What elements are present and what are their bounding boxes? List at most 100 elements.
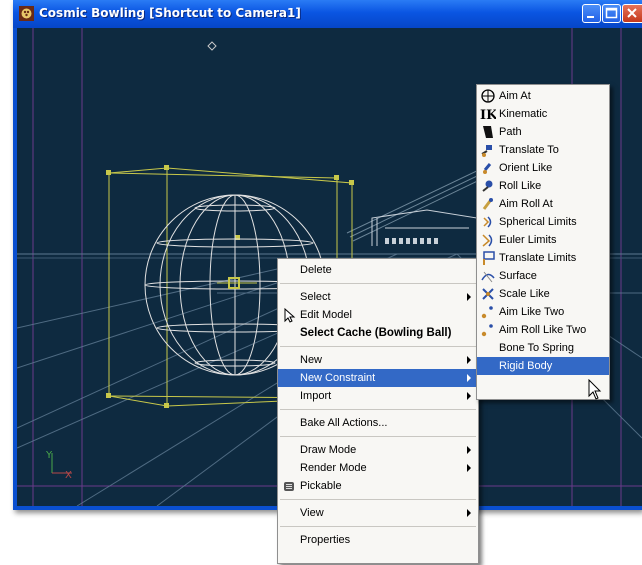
x-axis-label: X — [65, 470, 72, 481]
menu-separator — [280, 436, 476, 437]
close-icon — [627, 8, 637, 18]
translate-limits-icon — [483, 251, 495, 265]
context-menu-item-label: Delete — [300, 264, 332, 276]
context-menu-item-label: Pickable — [300, 480, 342, 492]
constraint-submenu-item-translate-limits[interactable]: Translate Limits — [477, 249, 609, 267]
euler-limits-icon — [482, 234, 493, 247]
context-menu-item-draw-mode[interactable]: Draw Mode — [278, 441, 478, 459]
constraint-submenu-item-bone-to-spring[interactable]: Bone To Spring — [477, 339, 609, 357]
context-menu-item-bake-all-actions[interactable]: Bake All Actions... — [278, 414, 478, 432]
constraint-submenu-item-aim-at[interactable]: Aim At — [477, 87, 609, 105]
surface-icon — [481, 271, 495, 283]
menu-separator — [280, 283, 476, 284]
context-menu-item-label: Draw Mode — [300, 444, 357, 456]
minimize-button[interactable] — [582, 4, 601, 23]
constraint-submenu-item-label: Translate To — [499, 144, 559, 156]
context-menu-item-properties[interactable]: Properties — [278, 531, 478, 549]
context-menu-item-select[interactable]: Select — [278, 288, 478, 306]
ik-kinematic-icon: IK — [480, 108, 496, 122]
submenu-arrow-icon — [467, 392, 471, 400]
constraint-submenu-item-label: Bone To Spring — [499, 342, 575, 354]
constraint-submenu-item-label: Scale Like — [499, 288, 550, 300]
spherical-limits-icon — [483, 216, 492, 228]
context-menu-item-delete[interactable]: Delete — [278, 261, 478, 279]
maximize-button[interactable] — [602, 4, 621, 23]
constraint-submenu-item-scale-like[interactable]: Scale Like — [477, 285, 609, 303]
context-menu-item-label: Import — [300, 390, 332, 402]
context-menu-item-edit-model[interactable]: Edit Model — [278, 306, 478, 324]
context-menu-item-label: View — [300, 507, 324, 519]
submenu-arrow-icon — [467, 293, 471, 301]
context-menu-item-new-constraint[interactable]: New Constraint — [278, 369, 478, 387]
context-menu-item-new[interactable]: New — [278, 351, 478, 369]
constraint-submenu-item-label: Orient Like — [499, 162, 553, 174]
edit-model-cursor-icon — [284, 307, 296, 323]
roll-like-icon — [482, 180, 493, 192]
menu-separator — [280, 526, 476, 527]
context-menu-item-label: Select Cache (Bowling Ball) — [300, 327, 452, 339]
context-menu-item-render-mode[interactable]: Render Mode — [278, 459, 478, 477]
orient-like-icon — [483, 163, 492, 174]
constraint-submenu-item-orient-like[interactable]: Orient Like — [477, 159, 609, 177]
close-button[interactable] — [622, 4, 642, 23]
submenu-arrow-icon — [467, 356, 471, 364]
title-bar[interactable]: Cosmic Bowling [Shortcut to Camera1] — [13, 0, 642, 28]
constraint-submenu-item-spherical-limits[interactable]: Spherical Limits — [477, 213, 609, 231]
y-axis-label: Y — [45, 450, 53, 461]
submenu-arrow-icon — [467, 446, 471, 454]
context-menu: Delete Select Edit Model Select Cache (Bowl… — [277, 258, 479, 564]
submenu-arrow-icon — [467, 509, 471, 517]
scale-like-icon — [482, 288, 494, 300]
constraint-submenu-item-aim-roll-like-two[interactable]: Aim Roll Like Two — [477, 321, 609, 339]
context-menu-item-label: Render Mode — [300, 462, 367, 474]
constraint-submenu-item-rigid-body[interactable]: Rigid Body — [477, 357, 609, 375]
context-menu-item-select-cache-bowling-ball[interactable]: Select Cache (Bowling Ball) — [278, 324, 478, 342]
path-icon — [483, 126, 493, 138]
new-constraint-submenu: Aim At IK Kinematic Path Translate To Orient … — [476, 84, 610, 400]
kinematic-icon-text: IK — [480, 108, 496, 122]
constraint-submenu-item-label: Translate Limits — [499, 252, 577, 264]
constraint-submenu-item-label: Rigid Body — [499, 360, 553, 372]
constraint-submenu-item-label: Path — [499, 126, 522, 138]
bowling-app-icon[interactable] — [19, 6, 34, 21]
constraint-submenu-item-label: Aim Roll Like Two — [499, 324, 587, 336]
menu-separator — [280, 409, 476, 410]
constraint-submenu-item-label: Surface — [499, 270, 537, 282]
constraint-submenu-item-roll-like[interactable]: Roll Like — [477, 177, 609, 195]
context-menu-item-label: New — [300, 354, 323, 366]
constraint-submenu-item-label: Roll Like — [499, 180, 542, 192]
mouse-cursor-icon — [588, 379, 602, 400]
context-menu-item-label: Bake All Actions... — [300, 417, 388, 429]
aim-roll-like-two-icon — [481, 324, 493, 337]
constraint-submenu-item-kinematic[interactable]: IK Kinematic — [477, 105, 609, 123]
constraint-submenu-item-label: Euler Limits — [499, 234, 557, 246]
constraint-submenu-item-surface[interactable]: Surface — [477, 267, 609, 285]
menu-separator — [280, 346, 476, 347]
submenu-arrow-icon — [467, 374, 471, 382]
constraint-submenu-item-label: Aim Roll At — [499, 198, 553, 210]
constraint-submenu-item-euler-limits[interactable]: Euler Limits — [477, 231, 609, 249]
constraint-submenu-item-label: Spherical Limits — [499, 216, 577, 228]
constraint-submenu-item-label: Aim Like Two — [499, 306, 565, 318]
aim-like-two-icon — [481, 306, 493, 319]
aim-roll-at-icon — [482, 198, 493, 210]
translate-to-icon — [481, 145, 492, 157]
constraint-submenu-item-label: Aim At — [499, 90, 531, 102]
context-menu-item-label: Edit Model — [300, 309, 352, 321]
context-menu-item-pickable[interactable]: Pickable — [278, 477, 478, 495]
context-menu-item-label: Properties — [300, 534, 351, 546]
constraint-submenu-item-path[interactable]: Path — [477, 123, 609, 141]
context-menu-item-import[interactable]: Import — [278, 387, 478, 405]
pickable-icon — [284, 482, 294, 491]
menu-separator — [280, 499, 476, 500]
constraint-submenu-item-translate-to[interactable]: Translate To — [477, 141, 609, 159]
context-menu-item-view[interactable]: View — [278, 504, 478, 522]
minimize-icon — [587, 16, 594, 18]
maximize-icon — [605, 7, 618, 19]
context-menu-item-label: New Constraint — [300, 372, 376, 384]
window-title: Cosmic Bowling [Shortcut to Camera1] — [39, 6, 301, 20]
constraint-submenu-item-aim-roll-at[interactable]: Aim Roll At — [477, 195, 609, 213]
aim-at-crosshair-icon — [481, 89, 495, 103]
context-menu-item-label: Select — [300, 291, 331, 303]
constraint-submenu-item-aim-like-two[interactable]: Aim Like Two — [477, 303, 609, 321]
